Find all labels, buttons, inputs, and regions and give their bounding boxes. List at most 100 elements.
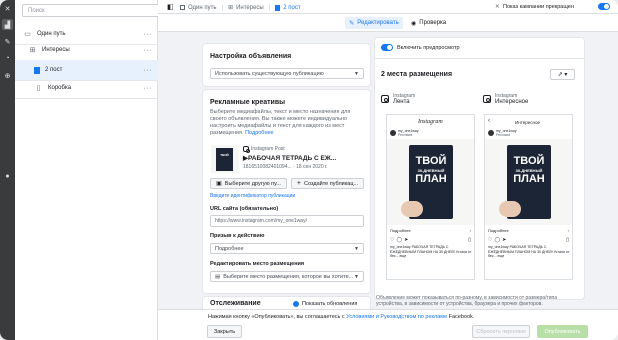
more-options-icon[interactable]: ··· [144,31,153,38]
chart-icon[interactable]: ▟ [2,19,13,30]
tree-item-label: 2 пост [45,67,63,73]
preview-note: Объявление может показываться по-разному… [376,295,558,307]
tracking-checkbox[interactable] [293,301,299,307]
chevron-down-icon: ▼ [354,71,359,77]
cta-more-label[interactable]: Подробнее [488,228,509,233]
close-icon[interactable]: ✕ [2,3,13,14]
breadcrumb-adset[interactable]: Интересы [236,5,264,11]
account-sub: Реклама [398,133,413,137]
breadcrumb-campaign[interactable]: Один путь [188,5,217,11]
placement-feed[interactable]: Instagram Лента [381,93,415,105]
tree-item-ad-selected[interactable]: 2 пост ··· [15,60,158,80]
creatives-card: Рекламные креативы Выберите медиафайлы, … [203,90,370,293]
post-icon: ▣ [216,181,222,187]
post-caption: my_one1way РАБОЧАЯ ТЕТРАДЬ С ЕЖЕДНЕВНЫМ … [390,245,472,258]
ad-setup-card: Настройка объявления Использовать сущест… [203,44,370,86]
more-options-icon[interactable]: ··· [144,47,153,54]
placement-icon: ▤ [215,273,221,280]
reset-draft-button[interactable]: Сбросить черновик [472,325,530,338]
more-options-icon[interactable]: ··· [144,85,153,92]
breadcrumb-ad[interactable]: 2 пост [283,5,300,11]
divider [15,98,158,99]
search-details-icon[interactable]: ⊕ [2,70,13,81]
post-actions-icon: ♡◯➤ [390,237,411,243]
search-placeholder: Поиск [28,8,45,14]
tree-item-ad[interactable]: ▯ Коробка ··· [15,78,158,98]
tab-preview[interactable]: ◉ Проверка [411,17,446,29]
plus-icon: + [296,180,302,187]
post-image: ТВОЙ 30-ДНЕВНЫЙ ПЛАН [485,139,572,225]
close-button[interactable]: Закрыть [207,325,242,338]
preview-toggle-label: Включить предпросмотр [397,45,460,51]
agreement-prefix: Нажимая кнопку «Опубликовать», вы соглаш… [208,314,345,320]
post-meta: 1816510082401094... · 18 сен 2020 г. [243,164,328,170]
back-arrow-icon: ‹ [488,118,490,124]
cta-more-label[interactable]: Подробнее [390,228,411,233]
preview-pane: Включить предпросмотр 2 места размещения… [375,38,584,299]
close-x-icon[interactable]: ✕ [495,4,500,10]
avatar [390,130,396,136]
post-actions-icon: ♡◯➤ [488,237,509,243]
tree-item-label: Один путь [37,31,66,37]
breadcrumb-separator: | [268,4,271,11]
share-menu-button[interactable]: ⇗ ▾ [550,69,575,80]
breadcrumb: Один путь | ⊞ Интересы | 2 пост [180,4,301,11]
tab-edit[interactable]: ✎ Редактировать [345,17,403,29]
settings-icon[interactable]: ● [2,171,13,182]
avatar [488,130,494,136]
cta-label: Призыв к действию [210,233,265,239]
post-thumbnail: ТВОЙ [211,145,239,173]
left-rail: ✕ ▟ ✎ ◔ ⊕ ● [0,0,15,340]
placement-select[interactable]: ▤ Выберите место размещения, которое вы … [210,271,364,282]
ad-icon: ▯ [36,85,41,92]
ad-icon [34,66,40,74]
history-icon[interactable]: ◔ [2,53,13,64]
mode-tabs: ✎ Редактировать ◉ Проверка [158,14,618,32]
book-title: ТВОЙ [220,153,229,157]
divider [375,58,584,59]
tab-edit-label: Редактировать [357,20,399,26]
preview-toggle[interactable] [381,44,393,51]
hand-image [401,201,423,217]
book-line-3: ПЛАН [513,173,545,185]
post-source: Instagram Post [243,146,285,153]
panel-toggle-icon[interactable]: ◧ [167,3,174,11]
terms-link[interactable]: Условиями и Руководством по рекламе [346,314,447,320]
more-options-icon[interactable]: ··· [144,67,153,74]
create-post-button[interactable]: + Создайте публикац... [291,178,364,189]
placement-label: Редактировать место размещения [210,261,305,267]
agreement-suffix: Facebook. [448,314,475,320]
enter-post-id-link[interactable]: Введите идентификатор публикации [210,193,295,199]
ad-setup-value: Использовать существующую публикацию [215,70,324,77]
book-line-1: ТВОЙ [513,155,545,167]
main-content: Настройка объявления Использовать сущест… [158,32,618,309]
learn-more-link[interactable]: Подробнее [245,130,274,136]
tab-preview-label: Проверка [419,20,447,26]
edit-icon[interactable]: ✎ [2,36,13,47]
chevron-down-icon: ▼ [354,246,359,252]
post-image: ТВОЙ 30-ДНЕВНЫЙ ПЛАН [387,139,474,225]
feed-preview: Instagram my_one1way Реклама ТВОЙ 30-ДНЕ… [386,114,475,280]
cta-select[interactable]: Подробнее ▼ [210,243,364,254]
share-icon: ⇗ ▾ [557,72,568,78]
chevron-down-icon: ▼ [354,274,359,280]
url-input[interactable]: https://www.instagram.com/my_one1way/ [210,215,364,227]
tree-item-label: Коробка [48,85,72,91]
placement-name: Лента [393,99,410,105]
bookmark-icon: ▯ [468,237,471,243]
instagram-icon [483,95,491,103]
tree-item-adset[interactable]: ⊞ Интересы ··· [15,40,158,60]
instagram-wordmark: Instagram [418,119,443,125]
chevron-right-icon: › [469,228,471,233]
placement-explore[interactable]: Instagram Интересное [483,93,528,105]
status-toggle[interactable] [598,3,610,10]
search-input[interactable]: Поиск ⌕ [22,4,168,17]
placement-value: Выберите место размещения, которое вы хо… [223,273,354,280]
url-label: URL сайта (обязательно) [210,206,279,212]
grid-icon: ⊞ [29,47,36,54]
choose-post-button[interactable]: ▣ Выберите другую пу... [210,178,287,189]
publish-button[interactable]: Опубликовать [537,325,588,338]
ad-setup-select[interactable]: Использовать существующую публикацию ▼ [210,68,364,79]
post-caption: my_one1way РАБОЧАЯ ТЕТРАДЬ С ЕЖЕДНЕВНЫМ … [488,245,570,258]
tracking-card: Отслеживание Показать обновления [203,297,370,309]
